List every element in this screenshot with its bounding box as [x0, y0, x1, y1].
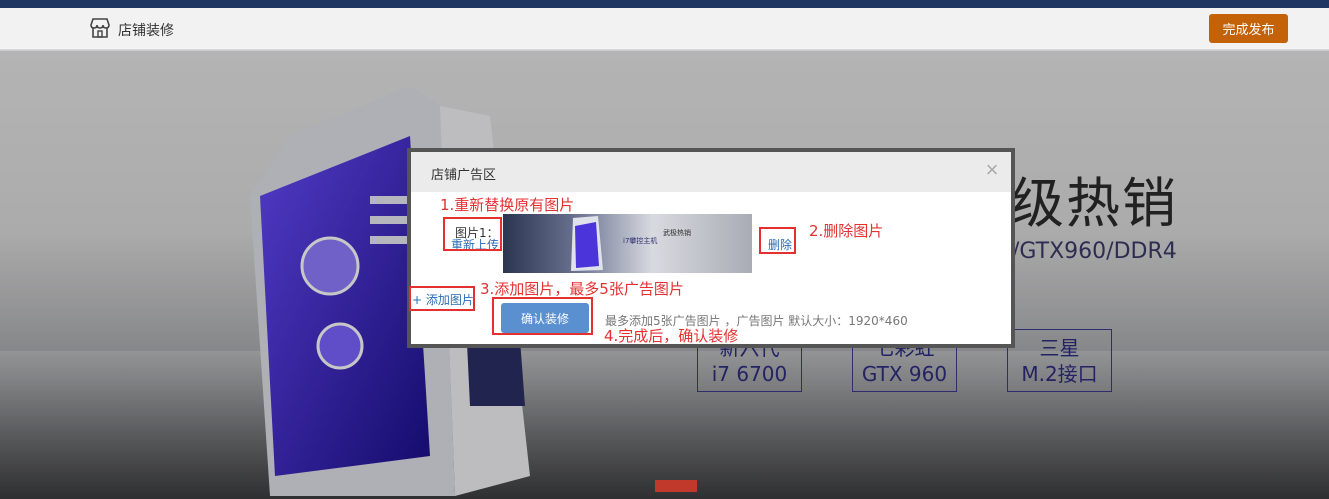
highlight-delete	[759, 227, 796, 254]
thumb-caption: 武极热销	[663, 228, 691, 237]
dialog-header: 店铺广告区 ×	[411, 152, 1011, 192]
header: 店铺装修 完成发布	[0, 8, 1329, 50]
thumbnail-art: i7攀控主机 武极热销	[571, 216, 691, 271]
close-icon[interactable]: ×	[981, 159, 1003, 181]
annotation-add: 3.添加图片，最多5张广告图片	[480, 280, 684, 298]
highlight-confirm	[492, 297, 593, 335]
dialog-title: 店铺广告区	[431, 168, 497, 183]
thumb-caption: i7攀控主机	[623, 236, 657, 245]
banner-pager-indicator[interactable]	[655, 480, 697, 492]
annotation-replace: 1.重新替换原有图片	[440, 196, 575, 214]
annotation-confirm: 4.完成后，确认装修	[604, 327, 739, 345]
page-title: 店铺装修	[118, 23, 174, 39]
highlight-add	[409, 286, 475, 311]
annotation-delete: 2.删除图片	[809, 222, 884, 240]
store-icon	[90, 18, 110, 38]
top-strip	[0, 0, 1329, 8]
publish-button[interactable]: 完成发布	[1209, 14, 1288, 43]
highlight-reupload	[443, 217, 502, 251]
ad-image-thumbnail: i7攀控主机 武极热销	[503, 214, 752, 273]
